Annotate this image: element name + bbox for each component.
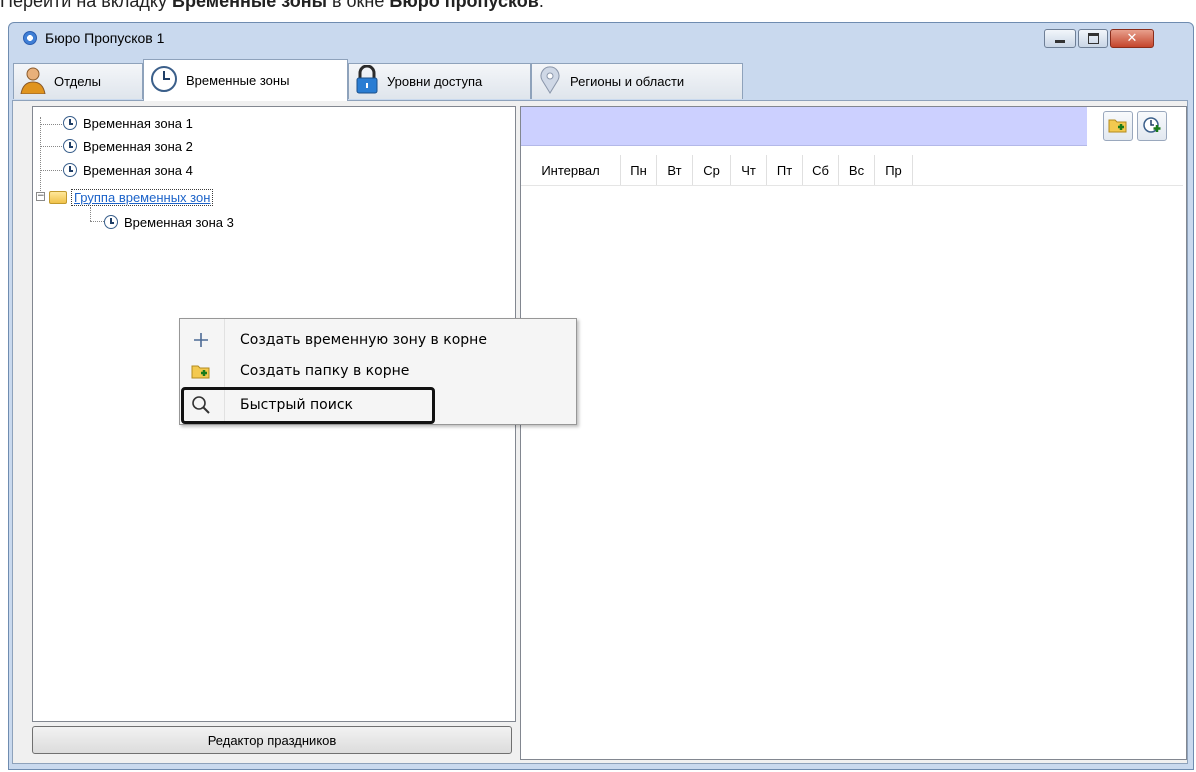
- menu-item-label: Создать папку в корне: [240, 363, 410, 379]
- column-header[interactable]: Сб: [803, 155, 839, 185]
- column-header[interactable]: Ср: [693, 155, 731, 185]
- menu-item-label: Создать временную зону в корне: [240, 332, 487, 348]
- document-instruction: Перейти на вкладку Временные зоны в окне…: [0, 0, 544, 11]
- column-header[interactable]: Интервал: [521, 155, 621, 185]
- minimize-button[interactable]: [1044, 29, 1076, 48]
- menu-item-label: Быстрый поиск: [240, 397, 353, 413]
- tab-departments[interactable]: Отделы: [13, 63, 143, 99]
- tree-item-label: Временная зона 4: [83, 162, 193, 178]
- tab-time-zones[interactable]: Временные зоны: [143, 59, 348, 101]
- lock-icon: [355, 64, 379, 98]
- tree-item-label: Временная зона 3: [124, 214, 234, 230]
- column-header[interactable]: Пр: [875, 155, 913, 185]
- tree-item[interactable]: Временная зона 4: [63, 160, 193, 180]
- interval-panel: Интервал Пн Вт Ср Чт Пт Сб Вс Пр: [520, 106, 1187, 760]
- clock-icon: [63, 116, 77, 130]
- tab-label: Регионы и области: [570, 74, 685, 89]
- column-header[interactable]: Вс: [839, 155, 875, 185]
- clock-icon: [63, 163, 77, 177]
- maximize-button[interactable]: [1078, 29, 1108, 48]
- tree-item-label: Группа временных зон: [71, 188, 214, 206]
- instruction-window-name: Бюро пропусков: [389, 0, 539, 11]
- column-label: Пр: [885, 162, 902, 178]
- add-time-zone-button[interactable]: [1137, 111, 1167, 141]
- folder-icon: [49, 190, 67, 204]
- menu-item-create-folder[interactable]: Создать папку в корне: [180, 356, 576, 386]
- column-header[interactable]: Пн: [621, 155, 657, 185]
- title-bar[interactable]: Бюро Пропусков 1 ✕: [9, 23, 1193, 55]
- maximize-icon: [1087, 33, 1099, 44]
- tree-item[interactable]: Временная зона 2: [63, 136, 193, 156]
- tab-label: Уровни доступа: [387, 74, 483, 89]
- search-icon: [191, 395, 211, 415]
- column-header[interactable]: Чт: [731, 155, 767, 185]
- tree-item[interactable]: Временная зона 1: [63, 113, 193, 133]
- tree-item[interactable]: Временная зона 3: [104, 212, 234, 232]
- tab-label: Отделы: [54, 74, 101, 89]
- menu-item-quick-search[interactable]: Быстрый поиск: [180, 390, 576, 420]
- app-icon: [23, 31, 37, 45]
- tab-regions[interactable]: Регионы и области: [531, 63, 743, 99]
- context-menu: Создать временную зону в корне Создать п…: [179, 318, 577, 425]
- instruction-suffix: .: [538, 0, 544, 11]
- column-label: Сб: [812, 162, 829, 178]
- close-icon: ✕: [1126, 31, 1138, 46]
- tree-item-group[interactable]: Группа временных зон: [49, 187, 214, 207]
- plus-icon: [191, 330, 211, 350]
- column-label: Пн: [630, 162, 647, 178]
- add-folder-button[interactable]: [1103, 111, 1133, 141]
- column-header[interactable]: Пт: [767, 155, 803, 185]
- holiday-editor-label: Редактор праздников: [207, 732, 337, 748]
- clock-icon: [150, 65, 178, 96]
- add-clock-icon: [1142, 115, 1162, 138]
- tab-label: Временные зоны: [186, 73, 290, 88]
- minimize-icon: [1055, 40, 1065, 43]
- tab-access-levels[interactable]: Уровни доступа: [348, 63, 531, 99]
- close-button[interactable]: ✕: [1110, 29, 1154, 48]
- clock-icon: [104, 215, 118, 229]
- column-label: Ср: [703, 162, 720, 178]
- instruction-tab-name: Временные зоны: [172, 0, 327, 11]
- interval-toolbar: [521, 107, 1087, 146]
- collapse-expander[interactable]: −: [36, 192, 45, 201]
- menu-item-create-time-zone[interactable]: Создать временную зону в корне: [180, 325, 576, 355]
- column-header[interactable]: Вт: [657, 155, 693, 185]
- person-icon: [20, 66, 46, 97]
- map-pin-icon: [538, 66, 562, 97]
- interval-grid-header: Интервал Пн Вт Ср Чт Пт Сб Вс Пр: [521, 155, 1183, 186]
- tree-item-label: Временная зона 1: [83, 115, 193, 131]
- column-label: Чт: [741, 162, 756, 178]
- tree-item-label: Временная зона 2: [83, 138, 193, 154]
- column-label: Вт: [667, 162, 682, 178]
- clock-icon: [63, 139, 77, 153]
- new-folder-icon: [1108, 116, 1128, 137]
- column-label: Вс: [848, 162, 865, 178]
- holiday-editor-button[interactable]: Редактор праздников: [32, 726, 512, 754]
- column-label: Интервал: [541, 162, 600, 178]
- window-title: Бюро Пропусков 1: [45, 30, 165, 46]
- new-folder-icon: [191, 361, 211, 381]
- instruction-mid: в окне: [326, 0, 390, 11]
- instruction-prefix: Перейти на вкладку: [0, 0, 173, 11]
- column-label: Пт: [776, 162, 793, 178]
